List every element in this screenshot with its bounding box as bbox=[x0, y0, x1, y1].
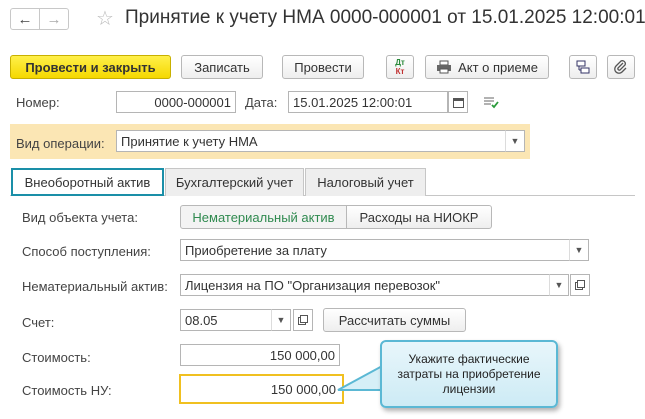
calendar-icon bbox=[452, 97, 464, 108]
object-type-intangible-button[interactable]: Нематериальный актив bbox=[180, 205, 347, 229]
receipt-method-field[interactable]: Приобретение за плату bbox=[180, 239, 570, 261]
operation-field[interactable]: Принятие к учету НМА bbox=[116, 130, 506, 152]
operation-label: Вид операции: bbox=[16, 136, 105, 151]
open-icon bbox=[575, 280, 585, 290]
account-open-button[interactable] bbox=[293, 309, 313, 331]
attach-button[interactable] bbox=[607, 55, 635, 79]
calculate-sums-button[interactable]: Рассчитать суммы bbox=[323, 308, 466, 332]
callout-pointer bbox=[337, 363, 386, 391]
chevron-down-icon: ▼ bbox=[276, 315, 286, 325]
number-field[interactable]: 0000-000001 bbox=[116, 91, 236, 113]
tab-accounting[interactable]: Бухгалтерский учет bbox=[165, 168, 304, 196]
save-button[interactable]: Записать bbox=[181, 55, 263, 79]
date-label: Дата: bbox=[245, 95, 278, 110]
calendar-button[interactable] bbox=[448, 91, 468, 113]
object-type-label: Вид объекта учета: bbox=[22, 210, 138, 225]
intangible-asset-field[interactable]: Лицензия на ПО "Организация перевозок" bbox=[180, 274, 550, 296]
act-button[interactable]: Акт о приеме bbox=[425, 55, 549, 79]
dt-kt-icon: Дт Кт bbox=[395, 58, 405, 76]
account-field[interactable]: 08.05 bbox=[180, 309, 272, 331]
page-title: Принятие к учету НМА 0000-000001 от 15.0… bbox=[125, 7, 645, 28]
star-icon[interactable]: ☆ bbox=[96, 6, 114, 31]
account-label: Счет: bbox=[22, 315, 55, 330]
hint-callout: Укажите фактические затраты на приобрете… bbox=[380, 340, 558, 408]
structure-button[interactable] bbox=[569, 55, 597, 79]
dt-kt-button[interactable]: Дт Кт bbox=[386, 55, 414, 79]
chevron-down-icon: ▼ bbox=[510, 136, 520, 146]
open-icon bbox=[298, 315, 308, 325]
receipt-method-label: Способ поступления: bbox=[22, 244, 151, 259]
arrow-right-icon: → bbox=[46, 10, 62, 28]
cost-nu-label: Стоимость НУ: bbox=[22, 383, 112, 398]
date-field[interactable]: 15.01.2025 12:00:01 bbox=[288, 91, 448, 113]
chevron-down-icon: ▼ bbox=[554, 280, 564, 290]
back-button[interactable]: ← bbox=[10, 8, 40, 30]
printer-icon bbox=[437, 60, 452, 74]
post-and-close-button[interactable]: Провести и закрыть bbox=[10, 55, 171, 79]
cost-field[interactable]: 150 000,00 bbox=[180, 344, 340, 366]
object-type-rnd-button[interactable]: Расходы на НИОКР bbox=[346, 205, 492, 229]
cost-nu-field[interactable]: 150 000,00 bbox=[179, 374, 344, 404]
intangible-asset-label: Нематериальный актив: bbox=[22, 279, 168, 294]
tab-noncurrent-asset[interactable]: Внеоборотный актив bbox=[11, 168, 164, 196]
operation-dropdown-button[interactable]: ▼ bbox=[505, 130, 525, 152]
post-button[interactable]: Провести bbox=[282, 55, 364, 79]
list-check-icon[interactable] bbox=[483, 95, 499, 112]
receipt-dropdown-button[interactable]: ▼ bbox=[569, 239, 589, 261]
asset-dropdown-button[interactable]: ▼ bbox=[549, 274, 569, 296]
structure-icon bbox=[576, 60, 590, 74]
asset-open-button[interactable] bbox=[570, 274, 590, 296]
number-label: Номер: bbox=[16, 95, 60, 110]
chevron-down-icon: ▼ bbox=[574, 245, 584, 255]
forward-button[interactable]: → bbox=[39, 8, 69, 30]
cost-label: Стоимость: bbox=[22, 350, 91, 365]
paperclip-icon bbox=[614, 60, 627, 74]
tab-tax[interactable]: Налоговый учет bbox=[305, 168, 426, 196]
arrow-left-icon: ← bbox=[17, 10, 33, 28]
account-dropdown-button[interactable]: ▼ bbox=[271, 309, 291, 331]
